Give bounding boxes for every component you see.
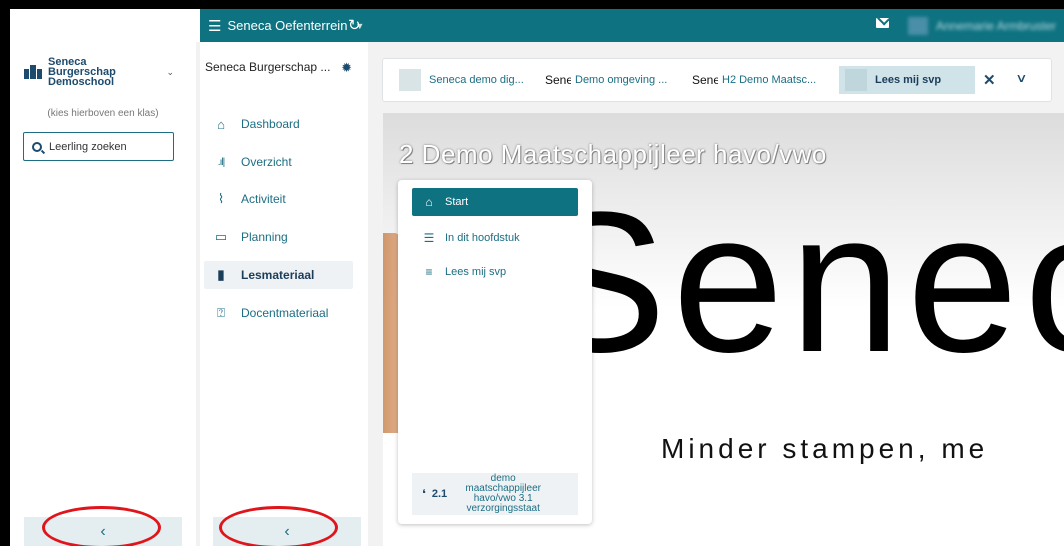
chapter-item-label: Start [445,196,469,208]
annotation-circle [42,506,161,546]
class-hint: (kies hierboven een klas) [47,108,159,119]
user-name: Annemarie Armbruster [936,18,1057,33]
school-name-line: Demoschool [48,76,115,88]
tab-demo-omgeving[interactable]: Sene Demo omgeving ... [545,66,685,94]
tab-seneca-demo[interactable]: Seneca demo dig... [399,66,539,94]
sidebar-item-label: Docentmateriaal [241,306,329,320]
school-name: Seneca Burgerschap Demoschool [48,57,158,88]
tab-thumbnail [845,69,867,91]
top-bar: ☰ Seneca Oefenterrein ▼ ↻ Annemarie Armb… [10,9,1064,42]
top-bar-teal: ☰ Seneca Oefenterrein ▼ ↻ Annemarie Armb… [200,9,1064,42]
next-chapter-icon: ❛ [422,487,426,501]
list-icon: ☰ [423,231,435,245]
next-chapter-button[interactable]: ❛ 2.1 demo maatschappijleer havo/vwo 3.1… [412,473,578,515]
student-search-input[interactable]: Leerling zoeken [23,132,174,161]
school-sidebar: Seneca Burgerschap Demoschool ⌄ (kies hi… [10,42,196,546]
sidebar-item-label: Overzicht [241,155,292,169]
open-tabs-bar: Seneca demo dig... Sene Demo omgeving ..… [382,58,1052,102]
sidebar-item-dashboard[interactable]: ⌂ Dashboard [204,110,353,138]
hamburger-icon: ☰ [208,17,222,35]
chapter-item-label: In dit hoofdstuk [445,232,520,244]
document-icon: ▮ [217,267,225,282]
course-sidebar: Seneca Burgerschap ... ✹ ⌂ Dashboard .ıl… [200,42,368,546]
annotation-circle [219,506,338,546]
tab-thumbnail: Sene [545,69,571,91]
mail-icon[interactable] [876,18,889,28]
tab-thumbnail [399,69,421,91]
sidebar-item-lesmateriaal[interactable]: ▮ Lesmateriaal [204,261,353,289]
school-icon [24,65,42,79]
refresh-icon[interactable]: ↻ [348,16,361,34]
environment-menu-button[interactable]: ☰ Seneca Oefenterrein ▼ [208,9,364,42]
tab-thumbnail: Sene [692,69,718,91]
tab-lees-mij-svp[interactable]: Lees mij svp [839,66,975,94]
home-icon: ⌂ [425,195,433,209]
sidebar-item-planning[interactable]: ▭ Planning [204,223,353,251]
tab-label: Lees mij svp [875,74,942,86]
tab-h2-demo[interactable]: Sene H2 Demo Maatsc... [692,66,832,94]
close-icon[interactable]: ✕ [983,71,996,89]
hero-logo-text: Senec [533,171,1064,394]
chapter-item-label: Lees mij svp [445,266,507,278]
sidebar-item-overzicht[interactable]: .ıl| Overzicht [204,148,353,176]
sidebar-item-label: Lesmateriaal [241,268,315,282]
text-lines-icon: ≡ [425,265,433,279]
school-selector[interactable]: Seneca Burgerschap Demoschool ⌄ [24,54,184,90]
home-icon: ⌂ [217,116,225,132]
chevron-down-icon: ⌄ [166,67,174,77]
tab-label: Demo omgeving ... [575,74,668,86]
avatar [908,16,928,35]
course-name: Seneca Burgerschap ... [205,60,331,74]
page-title: 2 Demo Maatschappijleer havo/vwo [399,139,827,169]
gear-icon[interactable]: ✹ [341,60,352,76]
user-menu[interactable]: Annemarie Armbruster [908,16,1056,35]
chevron-down-icon[interactable]: ∨ [1015,71,1027,85]
environment-label: Seneca Oefenterrein [227,18,348,33]
search-icon [32,141,42,152]
sidebar-item-label: Activiteit [241,192,286,206]
sidebar-item-docentmateriaal[interactable]: ⍰ Docentmateriaal [204,299,353,327]
student-search-placeholder: Leerling zoeken [49,140,127,153]
sidebar-item-label: Dashboard [241,117,300,131]
course-selector[interactable]: Seneca Burgerschap ... ✹ [205,59,360,75]
sidebar-item-label: Planning [241,230,288,244]
chapter-menu: ⌂ Start ☰ In dit hoofdstuk ≡ Lees mij sv… [398,180,592,524]
bar-chart-icon: .ıl| [217,156,225,168]
chapter-item-start[interactable]: ⌂ Start [412,188,578,216]
teacher-icon: ⍰ [217,305,225,320]
next-chapter-title: demo maatschappijleer havo/vwo 3.1 verzo… [465,473,541,514]
app-window: ☰ Seneca Oefenterrein ▼ ↻ Annemarie Armb… [10,9,1064,546]
line-chart-icon: ⌇ [217,191,225,206]
next-chapter-number: 2.1 [431,488,448,500]
calendar-icon: ▭ [214,229,228,244]
chapter-item-lees-mij-svp[interactable]: ≡ Lees mij svp [412,258,578,286]
tab-label: H2 Demo Maatsc... [722,74,817,86]
hero-slogan: Minder stampen, me [661,433,989,464]
sidebar-item-activiteit[interactable]: ⌇ Activiteit [204,185,353,213]
tab-label: Seneca demo dig... [429,74,524,86]
chapter-item-in-dit-hoofdstuk[interactable]: ☰ In dit hoofdstuk [412,224,578,252]
